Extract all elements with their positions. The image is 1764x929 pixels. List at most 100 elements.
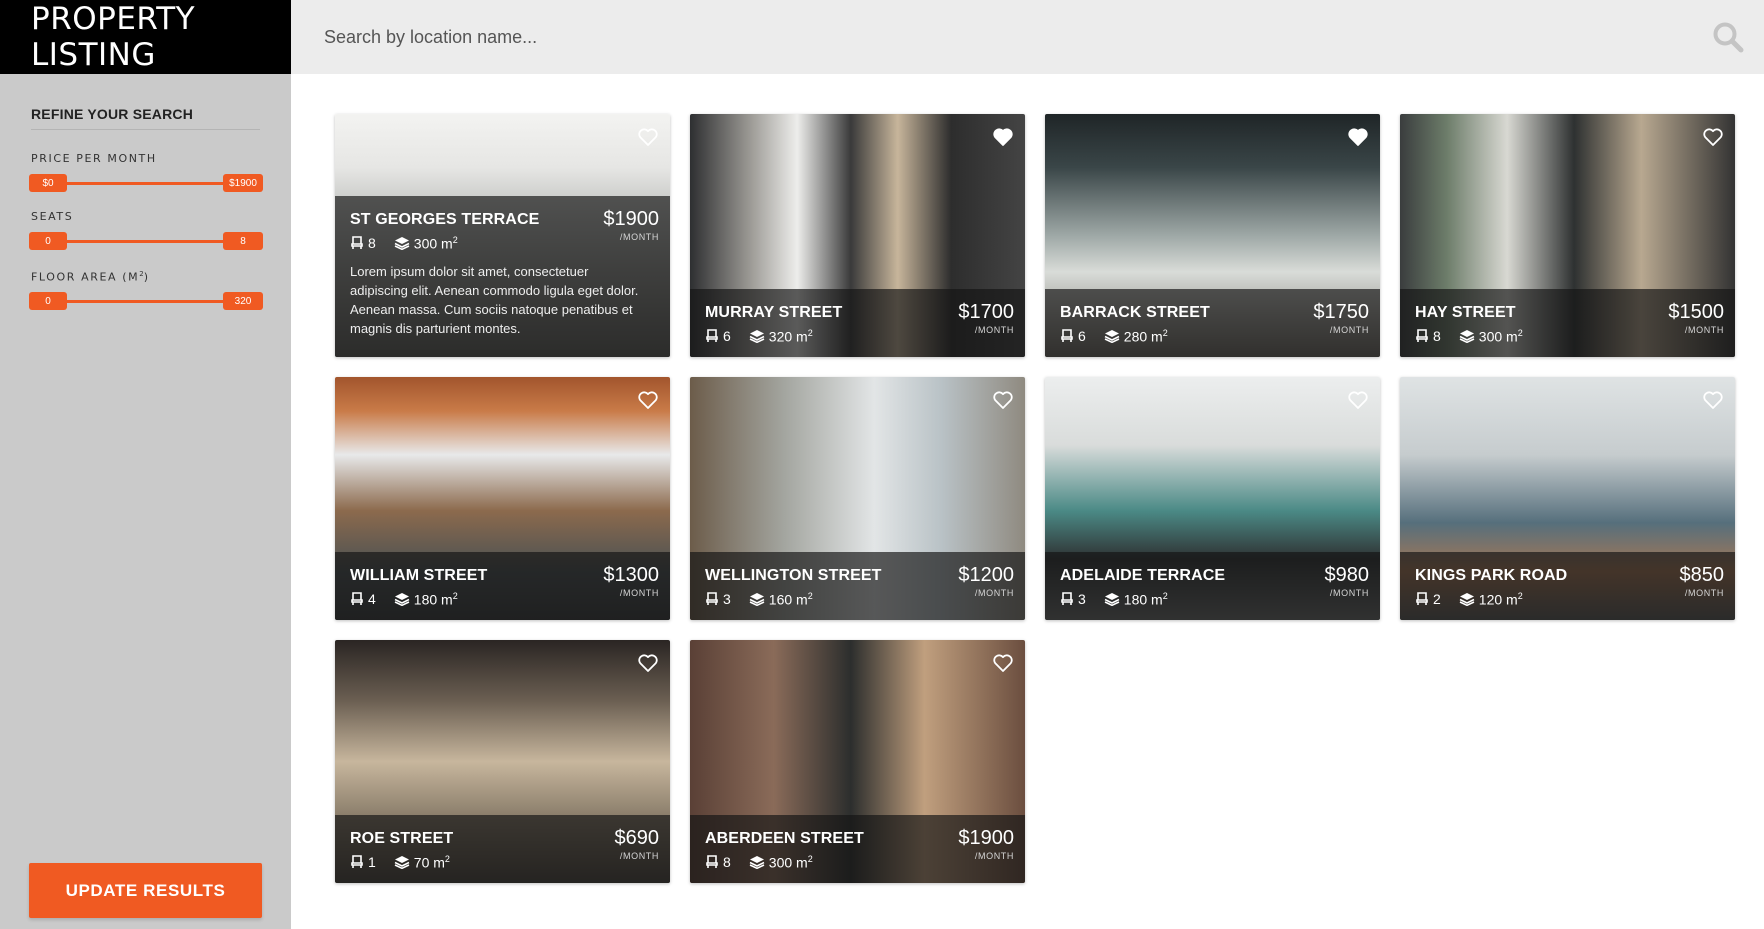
layers-icon — [394, 855, 410, 870]
favorite-heart-icon[interactable] — [1703, 128, 1723, 146]
listing-area-value: 120 m — [1478, 591, 1518, 608]
listing-price-amount: $1700 — [958, 301, 1014, 323]
chair-icon — [350, 855, 364, 869]
listing-card[interactable]: KINGS PARK ROAD 2 120 m2 $850/MONTH — [1400, 377, 1735, 620]
search-icon[interactable] — [1708, 17, 1748, 57]
listing-area-value: 180 m — [1123, 591, 1163, 608]
chair-icon — [1060, 329, 1074, 343]
listing-card[interactable]: ADELAIDE TERRACE 3 180 m2 $980/MONTH — [1045, 377, 1380, 620]
layers-icon — [1104, 329, 1120, 344]
seats-range-slider[interactable]: 0 8 — [29, 232, 263, 250]
listing-price-amount: $850 — [1679, 564, 1725, 586]
layers-icon — [394, 236, 410, 251]
listing-info: HAY STREET 8 300 m2 $1500/MONTH — [1400, 289, 1735, 357]
listing-card[interactable]: WILLIAM STREET 4 180 m2 $1300/MONTH — [335, 377, 670, 620]
search-input[interactable] — [322, 16, 1626, 58]
listing-price: $1900/MONTH — [958, 827, 1014, 861]
chair-icon — [350, 236, 364, 250]
listing-price: $1500/MONTH — [1668, 301, 1724, 335]
listing-price-amount: $1750 — [1313, 301, 1369, 323]
chair-icon — [1415, 329, 1429, 343]
price-max-handle[interactable]: $1900 — [223, 174, 263, 192]
listing-price-period: /MONTH — [619, 588, 659, 598]
update-results-button[interactable]: UPDATE RESULTS — [29, 863, 262, 918]
listing-name: ADELAIDE TERRACE — [1060, 567, 1226, 584]
layers-icon — [1459, 329, 1475, 344]
listing-price-period: /MONTH — [1684, 325, 1724, 335]
chair-icon — [350, 592, 364, 606]
listing-info: MURRAY STREET 6 320 m2 $1700/MONTH — [690, 289, 1025, 357]
listing-area-unit: 2 — [807, 328, 813, 338]
listing-price-amount: $980 — [1324, 564, 1370, 586]
price-filter-label: PRICE PER MONTH — [31, 152, 157, 165]
favorite-heart-icon[interactable] — [638, 391, 658, 409]
listing-info: ST GEORGES TERRACE 8 300 m2 Lorem ipsum dol… — [335, 196, 670, 357]
favorite-heart-icon[interactable] — [1703, 391, 1723, 409]
listing-price-period: /MONTH — [1329, 325, 1369, 335]
listing-card[interactable]: ABERDEEN STREET 8 300 m2 $1900/MONTH — [690, 640, 1025, 883]
app-title: PROPERTY LISTING — [0, 0, 291, 74]
seats-min-handle[interactable]: 0 — [29, 232, 67, 250]
listing-price-amount: $1200 — [958, 564, 1014, 586]
favorite-heart-icon[interactable] — [993, 128, 1013, 146]
listing-card[interactable]: MURRAY STREET 6 320 m2 $1700/MONTH — [690, 114, 1025, 357]
listing-meta: 3 180 m2 — [1060, 591, 1369, 608]
listing-card[interactable]: ROE STREET 1 70 m2 $690/MONTH — [335, 640, 670, 883]
listing-seats: 8 — [723, 854, 731, 871]
favorite-heart-icon[interactable] — [638, 654, 658, 672]
listing-info: ADELAIDE TERRACE 3 180 m2 $980/MONTH — [1045, 552, 1380, 620]
area-min-handle[interactable]: 0 — [29, 292, 67, 310]
listing-area: 70 m2 — [414, 854, 450, 871]
listing-area: 300 m2 — [1479, 328, 1523, 345]
chair-icon — [705, 592, 719, 606]
chair-icon — [705, 855, 719, 869]
listing-area-value: 160 m — [768, 591, 808, 608]
listing-info: ROE STREET 1 70 m2 $690/MONTH — [335, 815, 670, 883]
chair-icon — [1415, 592, 1429, 606]
price-range-track[interactable] — [49, 182, 243, 185]
listing-seats: 6 — [1078, 328, 1086, 345]
listing-info: WILLIAM STREET 4 180 m2 $1300/MONTH — [335, 552, 670, 620]
listing-price-period: /MONTH — [1329, 588, 1369, 598]
listing-seats: 4 — [368, 591, 376, 608]
listing-price: $1300/MONTH — [603, 564, 659, 598]
favorite-heart-icon[interactable] — [993, 654, 1013, 672]
area-range-slider[interactable]: 0 320 — [29, 292, 263, 310]
listing-area-unit: 2 — [452, 235, 458, 245]
listing-card[interactable]: BARRACK STREET 6 280 m2 $1750/MONTH — [1045, 114, 1380, 357]
listing-price-period: /MONTH — [1684, 588, 1724, 598]
area-range-track[interactable] — [49, 300, 243, 303]
listing-area: 160 m2 — [769, 591, 813, 608]
listing-area-unit: 2 — [1162, 591, 1168, 601]
listing-price-amount: $1900 — [958, 827, 1014, 849]
listing-price: $1200/MONTH — [958, 564, 1014, 598]
layers-icon — [394, 592, 410, 607]
listing-card[interactable]: HAY STREET 8 300 m2 $1500/MONTH — [1400, 114, 1735, 357]
listing-price-period: /MONTH — [974, 325, 1014, 335]
listing-area-value: 300 m — [413, 235, 453, 252]
listing-info: BARRACK STREET 6 280 m2 $1750/MONTH — [1045, 289, 1380, 357]
listing-area-value: 300 m — [1478, 328, 1518, 345]
layers-icon — [1459, 592, 1475, 607]
listing-seats: 1 — [368, 854, 376, 871]
price-range-slider[interactable]: $0 $1900 — [29, 174, 263, 192]
listing-area-unit: 2 — [1517, 591, 1523, 601]
listing-price: $980/MONTH — [1325, 564, 1370, 598]
seats-max-handle[interactable]: 8 — [223, 232, 263, 250]
listing-area-value: 280 m — [1123, 328, 1163, 345]
area-filter-label: FLOOR AREA (M2) — [31, 270, 150, 284]
listing-area: 300 m2 — [414, 235, 458, 252]
search-bar — [291, 0, 1764, 74]
seats-range-track[interactable] — [49, 240, 243, 243]
favorite-heart-icon[interactable] — [638, 128, 658, 146]
area-max-handle[interactable]: 320 — [223, 292, 263, 310]
listing-card[interactable]: WELLINGTON STREET 3 160 m2 $1200/MONTH — [690, 377, 1025, 620]
layers-icon — [749, 855, 765, 870]
price-min-handle[interactable]: $0 — [29, 174, 67, 192]
listing-area: 120 m2 — [1479, 591, 1523, 608]
favorite-heart-icon[interactable] — [993, 391, 1013, 409]
listing-area-value: 300 m — [768, 854, 808, 871]
favorite-heart-icon[interactable] — [1348, 391, 1368, 409]
listing-card[interactable]: ST GEORGES TERRACE 8 300 m2 Lorem ipsum dol… — [335, 114, 670, 357]
favorite-heart-icon[interactable] — [1348, 128, 1368, 146]
